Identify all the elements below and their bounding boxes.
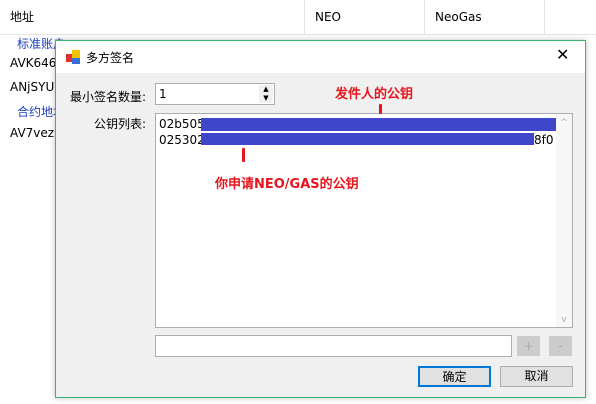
- dialog-title: 多方签名: [86, 51, 135, 65]
- table-row[interactable]: AV7vez: [10, 126, 54, 140]
- title-bar: 多方签名 ✕: [56, 41, 585, 73]
- close-icon[interactable]: ✕: [556, 45, 569, 64]
- pubkey-suffix: 8f0: [534, 133, 554, 147]
- scrollbar[interactable]: ^ v: [556, 114, 572, 327]
- pubkey-list[interactable]: 02b505 025302 8f0 ^ v: [155, 113, 573, 328]
- table-row[interactable]: ANjSYU: [10, 80, 54, 94]
- ok-button[interactable]: 确定: [418, 366, 491, 387]
- annotation-applicant: 你申请NEO/GAS的公钥: [215, 177, 359, 192]
- redaction-bar: [201, 118, 556, 131]
- annotation-sender: 发件人的公钥: [335, 87, 414, 102]
- new-key-input[interactable]: [155, 335, 512, 357]
- min-sig-value: 1: [159, 87, 167, 101]
- remove-button[interactable]: -: [549, 336, 572, 356]
- list-item[interactable]: 025302: [159, 133, 205, 147]
- min-sig-label: 最小签名数量:: [70, 90, 147, 104]
- min-sig-stepper[interactable]: 1 ▲ ▼: [155, 83, 275, 105]
- redaction-bar: [201, 133, 534, 145]
- list-item[interactable]: 02b505: [159, 117, 205, 131]
- column-address[interactable]: 地址: [0, 0, 305, 35]
- column-neo[interactable]: NEO: [305, 0, 425, 35]
- add-button[interactable]: +: [517, 336, 540, 356]
- column-neogas[interactable]: NeoGas: [425, 0, 545, 35]
- table-header: 地址 NEO NeoGas: [0, 0, 596, 35]
- cancel-button[interactable]: 取消: [500, 366, 573, 387]
- spin-buttons[interactable]: ▲ ▼: [259, 85, 273, 103]
- annotation-marker: [379, 104, 382, 114]
- app-icon: [66, 50, 80, 64]
- pubkey-label: 公钥列表:: [94, 117, 147, 131]
- table-row[interactable]: AVK646: [10, 56, 56, 70]
- multisig-dialog: 多方签名 ✕ 最小签名数量: 1 ▲ ▼ 公钥列表: 02b505 025302 …: [55, 40, 586, 398]
- annotation-marker: [242, 148, 245, 162]
